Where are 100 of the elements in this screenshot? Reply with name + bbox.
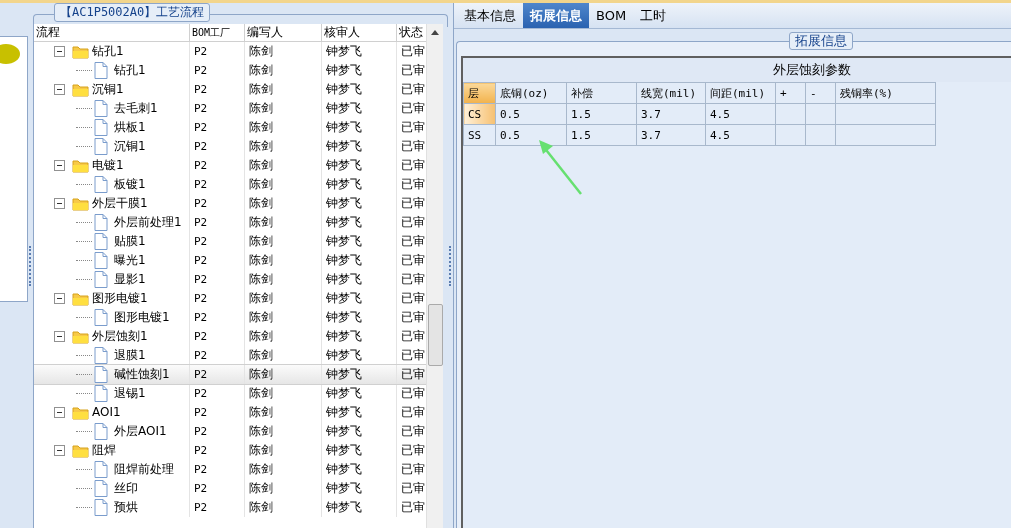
step-name[interactable]: 丝印 — [114, 479, 138, 498]
step-name[interactable]: 曝光1 — [114, 251, 146, 270]
column-header[interactable]: 间距(mil) — [705, 82, 776, 104]
table-cell-text: 已审 — [400, 214, 426, 231]
step-name[interactable]: AOI1 — [92, 403, 121, 422]
table-cell: 钟梦飞 — [322, 213, 397, 232]
document-icon — [94, 423, 108, 440]
table-cell: 钟梦飞 — [322, 118, 397, 137]
step-name[interactable]: 外层前处理1 — [114, 213, 182, 232]
row-header[interactable]: CS — [463, 103, 496, 125]
collapse-toggle[interactable] — [54, 445, 65, 456]
column-header[interactable]: 底铜(oz) — [495, 82, 567, 104]
table-cell: 钟梦飞 — [322, 137, 397, 156]
table-cell: 陈剑 — [245, 441, 322, 460]
step-name[interactable]: 外层AOI1 — [114, 422, 167, 441]
table-cell: 钟梦飞 — [322, 422, 397, 441]
column-header[interactable]: 层 — [463, 82, 496, 104]
step-name[interactable]: 显影1 — [114, 270, 146, 289]
table-cell: 钟梦飞 — [322, 251, 397, 270]
table-cell — [775, 124, 806, 146]
scroll-up-icon[interactable] — [431, 30, 439, 35]
column-header[interactable]: 线宽(mil) — [636, 82, 706, 104]
step-name[interactable]: 沉铜1 — [92, 80, 124, 99]
table-cell: 陈剑 — [245, 251, 322, 270]
collapse-toggle[interactable] — [54, 160, 65, 171]
table-cell: 钟梦飞 — [322, 61, 397, 80]
table-cell: 钟梦飞 — [322, 156, 397, 175]
column-header[interactable]: 补偿 — [566, 82, 637, 104]
step-name[interactable]: 贴膜1 — [114, 232, 146, 251]
tab[interactable]: 基本信息 — [457, 3, 523, 28]
bubble-icon — [0, 43, 20, 65]
column-header[interactable]: 流程 — [34, 24, 190, 41]
step-name[interactable]: 阻焊前处理 — [114, 460, 174, 479]
step-name[interactable]: 板镀1 — [114, 175, 146, 194]
table-cell: 陈剑 — [245, 422, 322, 441]
table-cell: P2 — [190, 327, 245, 346]
step-name[interactable]: 沉铜1 — [114, 137, 146, 156]
table-cell-text: 已审 — [400, 100, 426, 117]
collapse-toggle[interactable] — [54, 46, 65, 57]
table-cell-text: 已审 — [400, 442, 426, 459]
table-cell: P2 — [190, 156, 245, 175]
tab[interactable]: BOM — [589, 3, 634, 28]
document-icon — [94, 62, 108, 79]
collapse-toggle[interactable] — [54, 84, 65, 95]
document-icon — [94, 252, 108, 269]
column-header[interactable]: 核审人 — [322, 24, 397, 41]
collapse-toggle[interactable] — [54, 407, 65, 418]
collapse-toggle[interactable] — [54, 331, 65, 342]
table-cell-text: 已审 — [400, 138, 426, 155]
column-header[interactable]: 编写人 — [245, 24, 322, 41]
document-icon — [94, 309, 108, 326]
scrollbar[interactable] — [426, 24, 443, 528]
group-title: 【AC1P5002A0】工艺流程 — [54, 3, 211, 22]
table-cell: P2 — [190, 175, 245, 194]
step-name[interactable]: 烘板1 — [114, 118, 146, 137]
table-cell-text: 已审 — [400, 309, 426, 326]
table-cell: 钟梦飞 — [322, 384, 397, 403]
step-name[interactable]: 去毛刺1 — [114, 99, 158, 118]
step-name[interactable]: 阻焊 — [92, 441, 116, 460]
folder-icon — [72, 44, 89, 59]
table-cell-text: 已审 — [400, 461, 426, 478]
collapse-toggle[interactable] — [54, 293, 65, 304]
row-header[interactable]: SS — [463, 124, 496, 146]
table-cell: 钟梦飞 — [322, 232, 397, 251]
folder-icon — [72, 82, 89, 97]
table-cell: P2 — [190, 441, 245, 460]
table-cell: 钟梦飞 — [322, 175, 397, 194]
table-cell: 钟梦飞 — [322, 42, 397, 61]
table-cell-text: 已审 — [400, 423, 426, 440]
step-name[interactable]: 钻孔1 — [114, 61, 146, 80]
table-cell: P2 — [190, 232, 245, 251]
step-name[interactable]: 退膜1 — [114, 346, 146, 365]
document-icon — [94, 480, 108, 497]
column-header[interactable]: + — [775, 82, 806, 104]
table-cell: 陈剑 — [245, 61, 322, 80]
step-name[interactable]: 退锡1 — [114, 384, 146, 403]
step-name[interactable]: 图形电镀1 — [92, 289, 148, 308]
tab[interactable]: 拓展信息 — [523, 3, 589, 28]
folder-icon — [72, 158, 89, 173]
step-name[interactable]: 图形电镀1 — [114, 308, 170, 327]
table-cell: 陈剑 — [245, 365, 322, 384]
step-name[interactable]: 钻孔1 — [92, 42, 124, 61]
step-name[interactable]: 外层干膜1 — [92, 194, 148, 213]
column-header[interactable]: BOM工厂 — [190, 24, 245, 41]
column-header[interactable]: 残铜率(%) — [835, 82, 936, 104]
table-cell-text: 已审 — [400, 233, 426, 250]
table-cell-text: 已审 — [400, 347, 426, 364]
column-header[interactable]: - — [805, 82, 836, 104]
step-name[interactable]: 电镀1 — [92, 156, 124, 175]
table-cell: 钟梦飞 — [322, 403, 397, 422]
step-name[interactable]: 预烘 — [114, 498, 138, 517]
tab[interactable]: 工时 — [633, 3, 674, 28]
collapse-toggle[interactable] — [54, 198, 65, 209]
table-cell: P2 — [190, 61, 245, 80]
table-cell: P2 — [190, 99, 245, 118]
step-name[interactable]: 碱性蚀刻1 — [114, 365, 170, 384]
table-cell: P2 — [190, 42, 245, 61]
table-cell-text: 已审 — [400, 157, 426, 174]
step-name[interactable]: 外层蚀刻1 — [92, 327, 148, 346]
scroll-thumb[interactable] — [428, 304, 443, 366]
